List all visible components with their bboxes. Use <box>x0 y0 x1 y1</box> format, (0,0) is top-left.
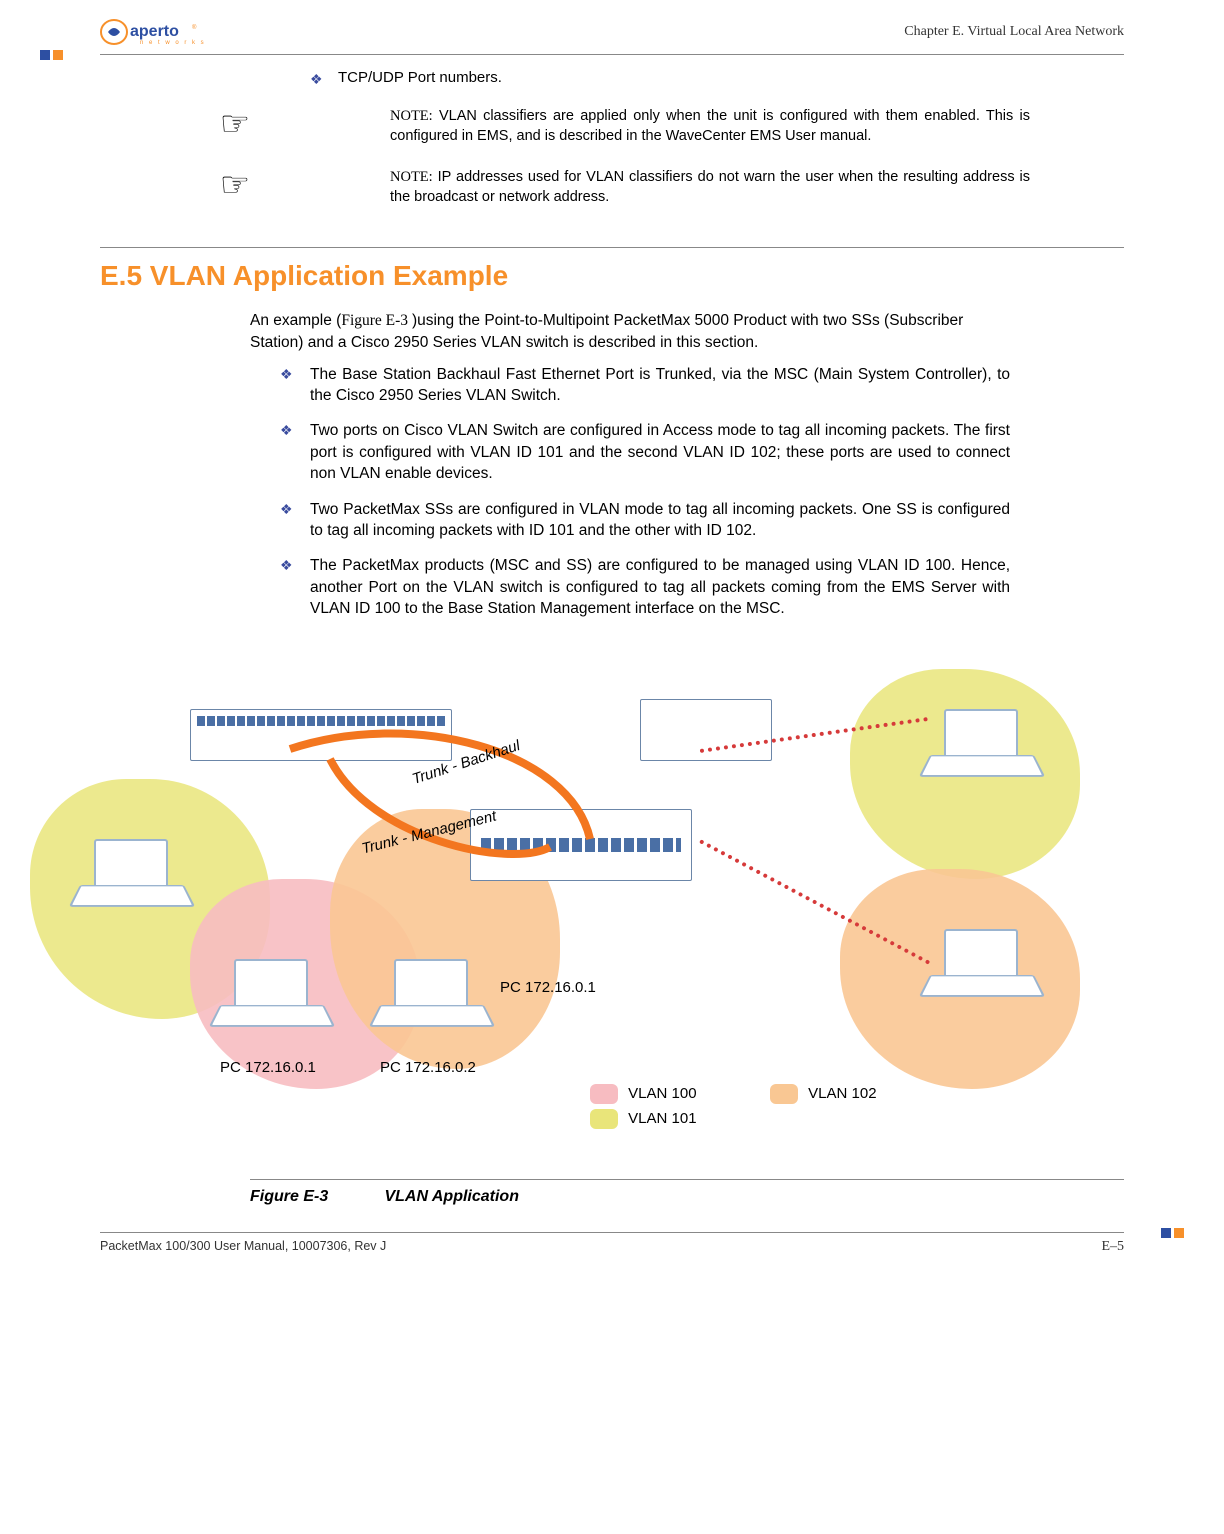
section-rule <box>100 247 1124 248</box>
page: aperto ® n e t w o r k s Chapter E. Virt… <box>0 0 1224 1534</box>
note-prefix: NOTE: <box>390 169 433 185</box>
note-block: ☞ NOTE: VLAN classifiers are applied onl… <box>230 107 1124 146</box>
bullet-item: ❖ Two PacketMax SSs are configured in VL… <box>280 499 1010 542</box>
laptop-icon <box>930 709 1030 785</box>
top-bullet-block: ❖ TCP/UDP Port numbers. <box>310 69 1124 89</box>
legend-entry: VLAN 102 <box>770 1084 877 1104</box>
figure-caption-rule <box>250 1179 1124 1180</box>
diamond-bullet-icon: ❖ <box>280 499 292 542</box>
bullet-item: ❖ Two ports on Cisco VLAN Switch are con… <box>280 420 1010 484</box>
bullet-text: TCP/UDP Port numbers. <box>338 69 502 86</box>
bullet-item: ❖ The PacketMax products (MSC and SS) ar… <box>280 555 1010 619</box>
figure-diagram: Trunk - Backhaul Trunk - Management PC 1… <box>70 659 1124 1179</box>
figure-caption: Figure E-3 VLAN Application <box>250 1188 1124 1206</box>
pc-label: PC 172.16.0.1 <box>500 979 596 996</box>
legend-entry: VLAN 101 <box>590 1109 697 1129</box>
svg-text:®: ® <box>192 24 197 31</box>
bullet-text: Two PacketMax SSs are configured in VLAN… <box>310 499 1010 542</box>
page-footer: PacketMax 100/300 User Manual, 10007306,… <box>0 1233 1224 1279</box>
aperto-logo: aperto ® n e t w o r k s <box>100 18 230 46</box>
bullet-text: The Base Station Backhaul Fast Ethernet … <box>310 364 1010 407</box>
svg-text:aperto: aperto <box>130 23 179 40</box>
accent-square <box>1174 1228 1184 1238</box>
pc-label: PC 172.16.0.2 <box>380 1059 476 1076</box>
svg-text:n e t w o r k s: n e t w o r k s <box>140 40 206 46</box>
legend-label: VLAN 100 <box>628 1085 696 1102</box>
legend-swatch-pink <box>590 1084 618 1104</box>
laptop-icon <box>380 959 480 1035</box>
page-header: aperto ® n e t w o r k s Chapter E. Virt… <box>0 0 1224 46</box>
pointing-hand-icon: ☞ <box>210 107 260 141</box>
note-text: NOTE: IP addresses used for VLAN classif… <box>390 168 1030 207</box>
diamond-bullet-icon: ❖ <box>280 364 292 407</box>
cisco-switch <box>190 709 452 761</box>
laptop-icon <box>80 839 180 915</box>
page-content: ❖ TCP/UDP Port numbers. ☞ NOTE: VLAN cla… <box>0 55 1224 1206</box>
page-number: E–5 <box>1101 1239 1124 1255</box>
section-heading: E.5 VLAN Application Example <box>100 260 1124 292</box>
figure-number: Figure E-3 <box>250 1188 380 1206</box>
note-body: VLAN classifiers are applied only when t… <box>390 108 1030 144</box>
header-rule <box>100 54 1124 55</box>
bullet-text: Two ports on Cisco VLAN Switch are confi… <box>310 420 1010 484</box>
header-accent-squares <box>40 50 63 60</box>
intro-paragraph: An example (Figure E-3 )using the Point-… <box>250 310 1010 353</box>
note-block: ☞ NOTE: IP addresses used for VLAN class… <box>230 168 1124 207</box>
note-body: IP addresses used for VLAN classifiers d… <box>390 169 1030 205</box>
pc-label: PC 172.16.0.1 <box>220 1059 316 1076</box>
legend-label: VLAN 102 <box>808 1085 876 1102</box>
bullet-item: ❖ TCP/UDP Port numbers. <box>310 69 1124 89</box>
bullet-list: ❖ The Base Station Backhaul Fast Etherne… <box>280 364 1010 620</box>
accent-square <box>40 50 50 60</box>
footer-left: PacketMax 100/300 User Manual, 10007306,… <box>100 1239 386 1255</box>
footer-rule <box>100 1232 1124 1233</box>
bullet-item: ❖ The Base Station Backhaul Fast Etherne… <box>280 364 1010 407</box>
msc-device <box>470 809 692 881</box>
footer-accent-squares <box>1161 1228 1184 1238</box>
note-text: NOTE: VLAN classifiers are applied only … <box>390 107 1030 146</box>
figure-title: VLAN Application <box>384 1188 519 1205</box>
diamond-bullet-icon: ❖ <box>280 555 292 619</box>
laptop-icon <box>930 929 1030 1005</box>
accent-square <box>53 50 63 60</box>
diamond-bullet-icon: ❖ <box>310 69 322 89</box>
legend-swatch-orange <box>770 1084 798 1104</box>
chapter-label: Chapter E. Virtual Local Area Network <box>904 24 1124 40</box>
figure-reference: Figure E-3 <box>341 312 412 329</box>
intro-text: An example ( <box>250 312 341 329</box>
legend-entry: VLAN 100 <box>590 1084 697 1104</box>
accent-square <box>1161 1228 1171 1238</box>
bullet-text: The PacketMax products (MSC and SS) are … <box>310 555 1010 619</box>
diamond-bullet-icon: ❖ <box>280 420 292 484</box>
laptop-icon <box>220 959 320 1035</box>
pointing-hand-icon: ☞ <box>210 168 260 202</box>
legend-swatch-yellow <box>590 1109 618 1129</box>
note-prefix: NOTE: <box>390 108 433 124</box>
legend-label: VLAN 101 <box>628 1110 696 1127</box>
